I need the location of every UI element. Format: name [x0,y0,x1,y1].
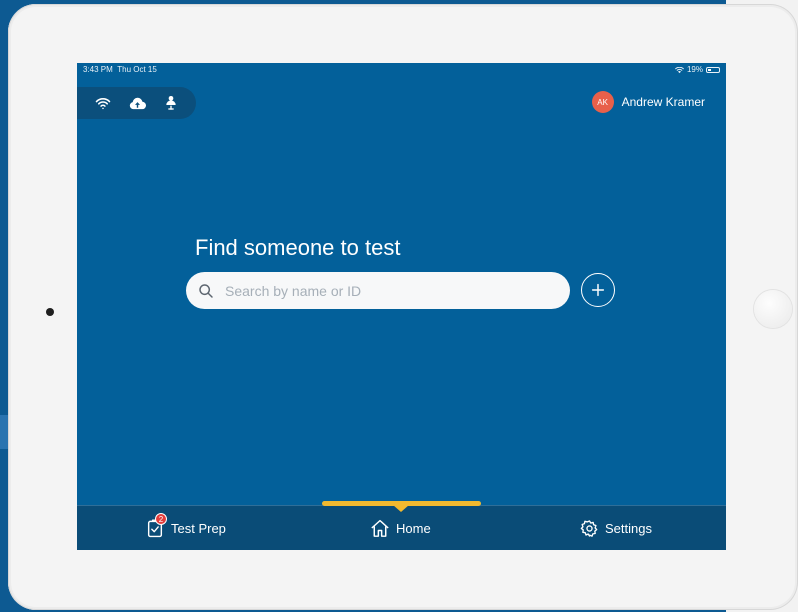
app-screen: 3:43 PM Thu Oct 15 19% AK Andrew Kramer … [77,63,726,550]
home-icon [370,518,390,538]
search-icon [199,283,213,298]
tab-test-prep[interactable]: 2 Test Prep [145,506,226,550]
device-home-button[interactable] [754,290,792,328]
tab-home[interactable]: Home [370,506,431,550]
active-tab-notch [393,505,409,512]
search-input[interactable] [223,274,547,307]
wifi-status-icon [674,66,684,73]
user-name: Andrew Kramer [621,95,705,109]
tab-label: Settings [605,520,652,536]
wifi-icon[interactable] [94,94,112,112]
clipboard-check-icon: 2 [145,513,167,538]
background-accent [0,415,8,449]
user-sync-icon[interactable] [162,94,180,112]
battery-icon [706,67,720,73]
tab-label: Home [396,520,431,536]
cloud-upload-icon[interactable] [128,94,146,112]
page-title: Find someone to test [195,235,401,260]
tab-label: Test Prep [171,520,226,536]
battery-percent: 19% [686,65,703,74]
tab-settings[interactable]: Settings [579,506,652,550]
avatar: AK [591,91,614,113]
sync-toolbar [77,87,196,119]
add-person-button[interactable] [581,273,615,307]
status-bar: 3:43 PM Thu Oct 15 19% [77,63,726,77]
user-profile[interactable]: AK Andrew Kramer [591,91,705,113]
notification-badge: 2 [155,513,167,525]
gear-icon [579,518,599,538]
status-time: 3:43 PM Thu Oct 15 [83,65,157,74]
front-camera [46,308,54,316]
plus-icon [591,283,605,297]
status-indicators: 19% [674,63,720,77]
search-bar[interactable] [186,272,570,309]
